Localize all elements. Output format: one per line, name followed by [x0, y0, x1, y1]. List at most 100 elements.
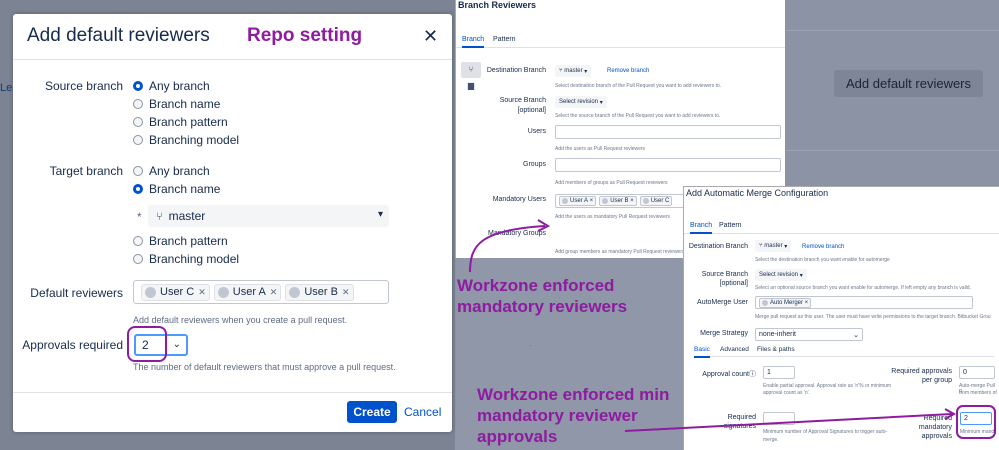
users-label: Users [527, 128, 546, 135]
destination-branch-select[interactable]: ⑂ master ▾ [755, 240, 792, 252]
remove-branch-link[interactable]: Remove branch [607, 68, 649, 74]
groups-input[interactable] [555, 158, 781, 172]
background-link: Lea [0, 82, 12, 94]
source-radio-branch-pattern[interactable]: Branch pattern [133, 114, 228, 130]
approval-count-label: Approval countⓘ [702, 371, 756, 378]
source-branch-select[interactable]: Select revision ▾ [555, 96, 607, 108]
source-branch-label: Source branch [44, 79, 123, 93]
target-branch-label: Target branch [49, 164, 123, 178]
user-tag[interactable]: User B × [599, 196, 637, 206]
avatar [602, 198, 609, 204]
folder-icon[interactable]: ▆ [461, 78, 481, 94]
merge-strategy-select[interactable]: none-inherit ⌄ [755, 328, 863, 341]
cancel-button[interactable]: Cancel [404, 405, 441, 419]
source-radio-branch-name[interactable]: Branch name [133, 96, 220, 112]
subtab-bar: Basic Advanced Files & paths [694, 345, 994, 358]
reviewer-tag[interactable]: User A ✕ [213, 283, 282, 301]
tab-branch[interactable]: Branch [690, 222, 713, 234]
chevron-down-icon: ▾ [798, 272, 803, 279]
approvals-required-label: Approvals required [22, 338, 123, 352]
radio-icon [133, 166, 143, 176]
required-approvals-group-input[interactable]: 0 [959, 366, 995, 379]
required-star: * [137, 210, 142, 224]
required-signatures-input[interactable] [763, 412, 795, 425]
repo-setting-annotation: Repo setting [247, 25, 363, 46]
tab-bar: Branch Pattern [684, 220, 999, 234]
dialog-header: Add default reviewers Repo setting ✕ [13, 14, 452, 60]
required-signatures-help-1: Minimum number of Approval Signatures to… [763, 429, 888, 435]
avatar [642, 198, 649, 204]
reviewers-annotation: Workzone enforced mandatory reviewers [457, 276, 628, 316]
source-radio-branching-model[interactable]: Branching model [133, 132, 239, 148]
target-radio-branching-model[interactable]: Branching model [133, 251, 239, 267]
groups-help: Add members of groups as Pull Request re… [555, 180, 668, 186]
radio-selected-icon [133, 184, 143, 194]
required-signatures-help-2: merge. [763, 437, 779, 443]
source-branch-select[interactable]: Select revision ▾ [755, 269, 807, 281]
subtab-files-paths[interactable]: Files & paths [757, 346, 795, 353]
subtab-basic[interactable]: Basic [694, 346, 710, 358]
radio-icon [133, 254, 143, 264]
help-icon[interactable]: ⓘ [749, 371, 756, 378]
remove-branch-link[interactable]: Remove branch [802, 244, 844, 250]
required-approvals-group-label-1: Required approvals [891, 368, 952, 375]
radio-icon [133, 135, 143, 145]
default-reviewers-input[interactable]: User C ✕ User A ✕ User B ✕ [133, 280, 389, 304]
tab-branch[interactable]: Branch [462, 36, 485, 48]
approval-count-help-2: approval count as 'n'. [763, 390, 810, 396]
tab-pattern[interactable]: Pattern [719, 222, 742, 229]
tab-pattern[interactable]: Pattern [493, 36, 516, 43]
source-help: Select an optional source branch you wan… [755, 285, 971, 291]
divider [785, 30, 999, 31]
mandatory-users-help: Add the users as mandatory Pull Request … [555, 214, 671, 220]
source-radio-any-branch[interactable]: Any branch [133, 78, 210, 94]
background-right: Add default reviewers [785, 0, 999, 190]
target-radio-branch-pattern[interactable]: Branch pattern [133, 233, 228, 249]
reviewer-tag[interactable]: User B ✕ [285, 283, 354, 301]
optional-label: [optional] [517, 107, 546, 114]
destination-branch-label: Destination Branch [486, 67, 546, 74]
default-reviewers-label: Default reviewers [30, 286, 123, 300]
default-reviewers-help: Add default reviewers when you create a … [133, 315, 348, 325]
optional-label: [optional] [719, 280, 748, 287]
mandatory-groups-help: Add group members as mandatory Pull Requ… [555, 249, 685, 255]
user-tag[interactable]: Auto Merger × [759, 297, 812, 308]
close-icon[interactable]: ✕ [423, 26, 438, 47]
remove-icon[interactable]: ✕ [270, 287, 278, 298]
target-radio-any-branch[interactable]: Any branch [133, 163, 210, 179]
dialog-footer-divider [13, 392, 452, 393]
approval-count-input[interactable]: 1 [763, 366, 795, 379]
add-default-reviewers-dialog: Add default reviewers Repo setting ✕ Sou… [13, 14, 452, 432]
highlight-annotation-box [127, 326, 167, 362]
create-button[interactable]: Create [347, 401, 397, 423]
target-radio-branch-name[interactable]: Branch name [133, 181, 220, 197]
reviewer-tag[interactable]: User C ✕ [141, 283, 210, 301]
dialog-title: Add default reviewers [27, 25, 210, 46]
avatar [562, 198, 568, 204]
subtab-advanced[interactable]: Advanced [720, 346, 749, 353]
branch-icon: ⑂ [156, 209, 163, 223]
target-branch-select[interactable]: ⑂ master ▾ [148, 205, 389, 227]
add-default-reviewers-button[interactable]: Add default reviewers [834, 70, 984, 97]
source-branch-label: Source Branch [499, 97, 546, 104]
required-signatures-label-1: Required [727, 414, 756, 421]
destination-branch-label: Destination Branch [688, 243, 748, 250]
destination-branch-select[interactable]: ⑂ master ▾ [555, 65, 592, 77]
chevron-down-icon: ⌄ [172, 339, 181, 350]
remove-icon[interactable]: ✕ [198, 287, 206, 298]
chevron-down-icon: ▾ [782, 243, 788, 250]
user-tag[interactable]: User C [639, 196, 673, 206]
automerge-user-input[interactable]: Auto Merger × [755, 296, 973, 309]
users-input[interactable] [555, 125, 781, 139]
divider [785, 150, 999, 151]
chevron-down-icon: ▾ [582, 68, 588, 75]
source-branch-label: Source Branch [701, 271, 748, 278]
chevron-down-icon: ⌄ [853, 331, 859, 339]
chevron-down-icon: ▾ [598, 99, 603, 106]
user-tag[interactable]: User A × [559, 196, 597, 206]
remove-icon[interactable]: ✕ [342, 287, 350, 298]
approvals-annotation: Workzone enforced min mandatory reviewer… [477, 385, 670, 446]
radio-icon [133, 117, 143, 127]
required-approvals-group-label-2: per group [922, 377, 952, 384]
avatar [289, 286, 301, 298]
